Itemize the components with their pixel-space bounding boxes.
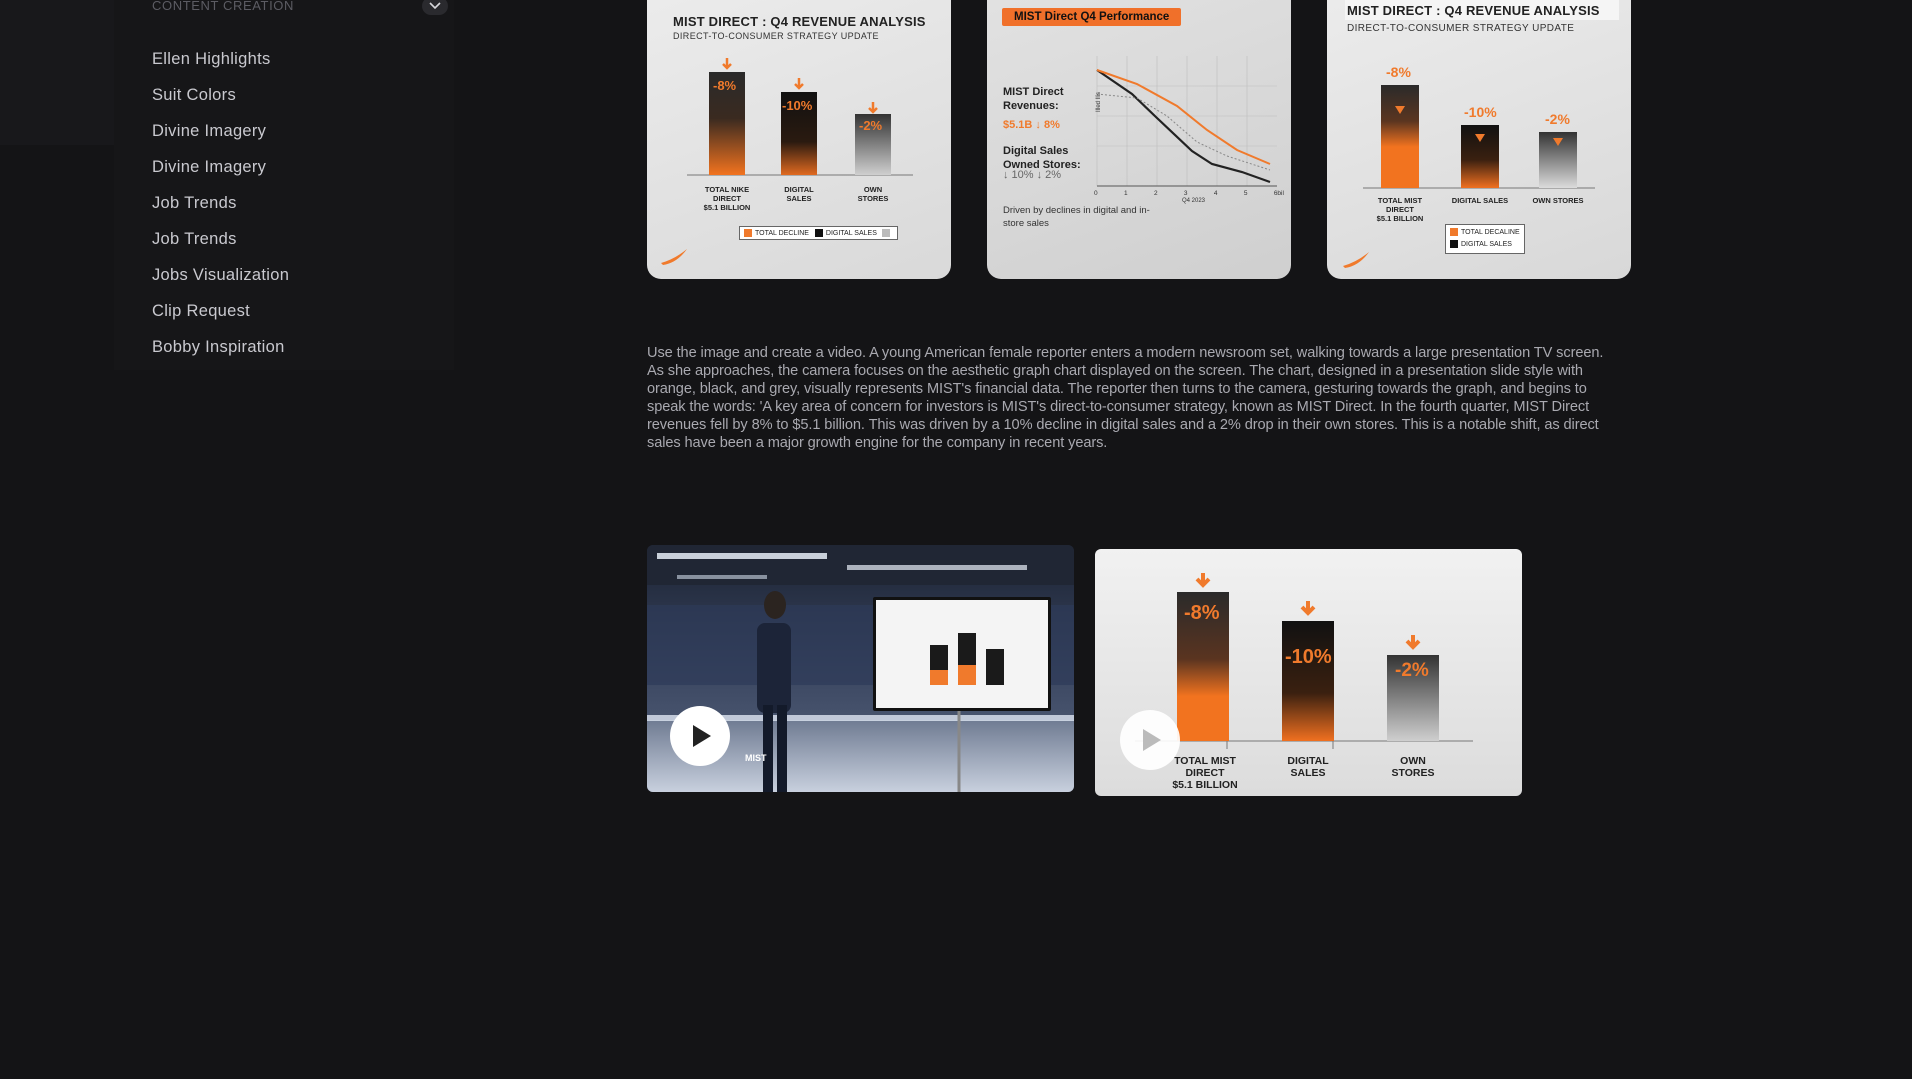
x-tick: 0 xyxy=(1094,190,1098,197)
series-line-dotted xyxy=(1096,93,1271,171)
down-arrow-icon xyxy=(794,78,804,90)
down-arrow-icon xyxy=(1195,573,1211,588)
x-tick: 5 xyxy=(1243,190,1248,197)
legend-item: DIGITAL SALES xyxy=(825,229,877,237)
y-axis-label: Illed Ilis xyxy=(1096,91,1103,113)
x-axis-ticks: 0 1 2 3 4 5 6bil xyxy=(1094,190,1284,197)
sidebar-backdrop xyxy=(0,0,114,145)
x-tick: 3 xyxy=(1183,190,1188,197)
x-tick: 4 xyxy=(1213,190,1218,197)
down-arrow-icon xyxy=(868,102,878,114)
sidebar-item-job-trends[interactable]: Job Trends xyxy=(152,191,237,215)
series-line-orange xyxy=(1096,69,1271,165)
bar-label: DIGITAL SALES xyxy=(1451,196,1509,205)
x-tick: 1 xyxy=(1123,190,1128,197)
down-arrow-icon xyxy=(1405,635,1421,650)
video-thumbnail-1[interactable]: MIST xyxy=(647,545,1074,792)
sidebar-item-bobby-inspiration[interactable]: Bobby Inspiration xyxy=(152,335,285,359)
bar-label: DIGITAL SALES xyxy=(784,185,814,203)
bar-label: OWN STORES xyxy=(1391,755,1435,779)
chart-legend: TOTAL DECALINE DIGITAL SALES xyxy=(1445,224,1525,254)
bar-label: OWN STORES xyxy=(1532,196,1584,205)
bar-label: OWN STORES xyxy=(857,185,889,203)
sidebar-item-divine-imagery-2[interactable]: Divine Imagery xyxy=(152,155,266,179)
bar-pct: -8% xyxy=(1184,602,1220,624)
bar-pct: -10% xyxy=(1464,104,1497,120)
swoosh-logo-icon xyxy=(1343,252,1369,268)
bar-pct: -8% xyxy=(713,78,737,93)
chart-legend: TOTAL DECLINE DIGITAL SALES xyxy=(739,226,898,240)
legend-item: DIGITAL SALES xyxy=(1461,241,1512,248)
bar-pct: -10% xyxy=(782,98,813,113)
bar-label: TOTAL NIKE DIRECT $5.1 BILLION xyxy=(703,185,751,212)
series-line-dark xyxy=(1096,69,1271,184)
prompt-text: Use the image and create a video. A youn… xyxy=(647,345,1604,451)
bar-label: TOTAL MIST DIRECT $5.1 BILLION xyxy=(1376,196,1424,223)
sidebar-item-suit-colors[interactable]: Suit Colors xyxy=(152,83,236,107)
sidebar-item-job-trends-2[interactable]: Job Trends xyxy=(152,227,237,251)
x-axis-label: Q4 2023 xyxy=(1182,198,1206,204)
bar-pct: -2% xyxy=(859,118,883,133)
play-button[interactable] xyxy=(670,706,730,766)
sidebar-item-clip-request[interactable]: Clip Request xyxy=(152,299,250,323)
swoosh-logo-icon xyxy=(661,249,687,265)
down-arrow-icon xyxy=(722,58,732,70)
image-card-2[interactable]: MIST Direct Q4 Performance MIST Direct R… xyxy=(987,0,1291,279)
bar-pct: -10% xyxy=(1285,646,1332,668)
bar-label: DIGITAL SALES xyxy=(1287,755,1329,779)
sidebar-item-ellen-highlights[interactable]: Ellen Highlights xyxy=(152,47,271,71)
section-header[interactable]: CONTENT CREATION xyxy=(152,0,448,19)
legend-item: TOTAL DECLINE xyxy=(755,229,809,237)
image-card-3[interactable]: MIST DIRECT : Q4 REVENUE ANALYSIS DIRECT… xyxy=(1327,0,1631,279)
x-tick: 6bil xyxy=(1273,190,1284,197)
down-arrow-icon xyxy=(1300,601,1316,616)
bar-pct: -2% xyxy=(1395,660,1429,681)
image-card-1[interactable]: MIST DIRECT : Q4 REVENUE ANALYSIS DIRECT… xyxy=(647,0,951,279)
sidebar-item-jobs-visualization[interactable]: Jobs Visualization xyxy=(152,263,289,287)
video-caption: MIST xyxy=(745,753,767,763)
bar-digital xyxy=(1282,621,1334,741)
legend-item: TOTAL DECALINE xyxy=(1461,229,1520,236)
bar-pct: -8% xyxy=(1386,64,1411,80)
bar-total xyxy=(1381,85,1419,188)
sidebar-item-divine-imagery[interactable]: Divine Imagery xyxy=(152,119,266,143)
chevron-down-icon[interactable] xyxy=(422,0,448,15)
play-button[interactable] xyxy=(1120,710,1180,770)
x-tick: 2 xyxy=(1153,190,1158,197)
video-thumbnail-2[interactable]: -8% -10% -2% TOTAL MIST DIRECT $5.1 BILL… xyxy=(1095,549,1522,796)
sidebar: CONTENT CREATION Ellen Highlights Suit C… xyxy=(114,0,454,370)
line-chart xyxy=(1096,56,1277,187)
section-label: CONTENT CREATION xyxy=(152,0,295,13)
bar-pct: -2% xyxy=(1545,111,1570,127)
